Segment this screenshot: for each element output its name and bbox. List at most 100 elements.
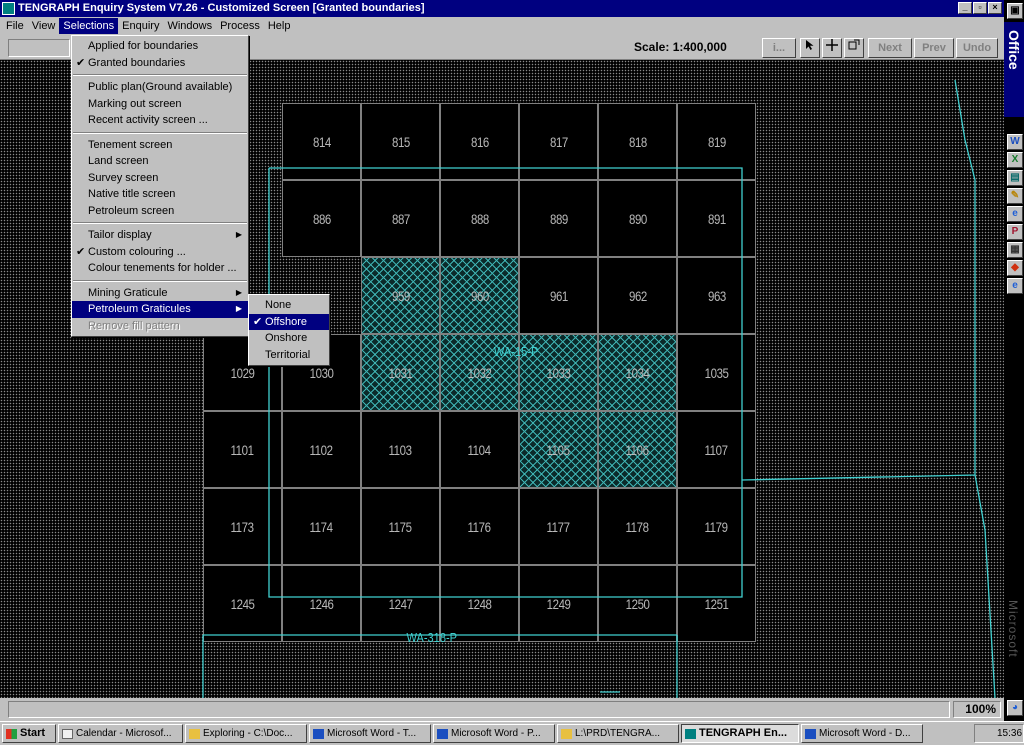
close-button[interactable]: ×	[988, 2, 1002, 14]
menu-help[interactable]: Help	[264, 18, 295, 34]
task-folder-prd[interactable]: L:\PRD\TENGRA...	[557, 724, 679, 743]
permit-boundary-wa-318-p	[268, 167, 743, 598]
info-button[interactable]: i...	[762, 38, 796, 58]
submenu-item-onshore[interactable]: Onshore	[249, 330, 329, 347]
menu-item-label: Survey screen	[88, 171, 159, 184]
menu-selections[interactable]: Selections	[59, 18, 119, 34]
scale-readout: Scale: 1:400,000	[634, 40, 727, 54]
menu-view[interactable]: View	[28, 18, 60, 34]
menu-item-mining-graticule[interactable]: Mining Graticule ▶	[72, 285, 248, 302]
pointer-tool-button[interactable]	[800, 38, 820, 58]
menu-separator	[73, 222, 247, 224]
menu-item-tenement-screen[interactable]: Tenement screen	[72, 137, 248, 154]
office-bar-title: Office	[1006, 30, 1022, 70]
menu-item-tailor-display[interactable]: Tailor display ▶	[72, 227, 248, 244]
menu-item-public-plan[interactable]: Public plan(Ground available)	[72, 79, 248, 96]
menu-item-label: Offshore	[265, 315, 307, 328]
crosshair-icon	[826, 39, 838, 51]
menu-item-colour-holder[interactable]: Colour tenements for holder ...	[72, 260, 248, 277]
menu-separator	[73, 279, 247, 282]
menu-enquiry[interactable]: Enquiry	[118, 18, 163, 34]
menu-item-petroleum-graticules[interactable]: Petroleum Graticules ▶	[72, 301, 248, 318]
explorer-shortcut-icon[interactable]: e	[1007, 278, 1023, 294]
menu-item-label: Recent activity screen ...	[88, 114, 208, 126]
task-word-p[interactable]: Microsoft Word - P...	[433, 724, 555, 743]
task-tengraph[interactable]: TENGRAPH En...	[681, 724, 799, 743]
menu-item-label: Territorial	[265, 348, 311, 361]
status-message-field	[8, 701, 950, 718]
task-label: TENGRAPH En...	[699, 727, 788, 739]
menu-item-recent-activity[interactable]: Recent activity screen ...	[72, 112, 248, 129]
minimize-button[interactable]: _	[958, 2, 972, 14]
task-label: Microsoft Word - P...	[451, 728, 541, 739]
submenu-item-none[interactable]: None	[249, 297, 329, 314]
task-calendar[interactable]: Calendar - Microsof...	[58, 724, 183, 743]
task-label: Exploring - C:\Doc...	[203, 728, 293, 739]
zoom-box-button[interactable]	[844, 38, 864, 58]
pointer-icon	[806, 40, 814, 50]
menu-item-label: Remove fill pattern	[88, 319, 180, 332]
task-label: Calendar - Microsof...	[76, 728, 172, 739]
menu-item-petroleum-screen[interactable]: Petroleum screen	[72, 203, 248, 220]
menu-windows[interactable]: Windows	[163, 18, 216, 34]
task-word-t[interactable]: Microsoft Word - T...	[309, 724, 431, 743]
maximize-button[interactable]: ▫	[973, 2, 987, 14]
office-launch-icon[interactable]: ◕	[1007, 700, 1023, 716]
submenu-item-territorial[interactable]: Territorial	[249, 347, 329, 364]
menu-item-label: Custom colouring ...	[88, 245, 186, 258]
menu-item-applied-boundaries[interactable]: Applied for boundaries	[72, 38, 248, 55]
access-icon[interactable]: ▤	[1007, 170, 1023, 186]
check-icon: ✔	[76, 245, 86, 258]
tengraph-icon	[685, 728, 696, 739]
excel-icon[interactable]: X	[1007, 152, 1023, 168]
start-button[interactable]: Start	[2, 724, 56, 743]
undo-button[interactable]: Undo	[956, 38, 998, 58]
check-icon: ✔	[253, 315, 263, 328]
menu-item-granted-boundaries[interactable]: ✔ Granted boundaries	[72, 55, 248, 72]
menu-process[interactable]: Process	[216, 18, 264, 34]
office-menu-icon[interactable]: ▣	[1007, 3, 1023, 19]
outlook-icon[interactable]: ▦	[1007, 242, 1023, 258]
title-bar: TENGRAPH Enquiry System V7.26 - Customiz…	[0, 0, 1004, 17]
next-button[interactable]: Next	[868, 38, 912, 58]
permit-label-wa-15-p: WA-15-P	[493, 344, 539, 359]
menu-item-label: Tenement screen	[88, 138, 173, 151]
office-bar-header: Office	[1004, 22, 1024, 117]
submenu-arrow-icon: ▶	[235, 230, 242, 239]
menu-item-survey-screen[interactable]: Survey screen	[72, 170, 248, 187]
status-bar: 100%	[0, 698, 1004, 721]
zoom-level: 100%	[953, 701, 1001, 718]
menu-item-label: Public plan(Ground available)	[88, 81, 233, 93]
task-word-d[interactable]: Microsoft Word - D...	[801, 724, 923, 743]
start-label: Start	[20, 727, 46, 739]
submenu-arrow-icon: ▶	[235, 287, 242, 297]
prev-button[interactable]: Prev	[914, 38, 954, 58]
menu-item-marking-out[interactable]: Marking out screen	[72, 96, 248, 113]
word-icon	[805, 728, 816, 739]
menu-item-custom-colouring[interactable]: ✔ Custom colouring ...	[72, 244, 248, 261]
submenu-arrow-icon: ▶	[235, 304, 242, 313]
pan-tool-button[interactable]	[822, 38, 842, 58]
menu-item-native-title[interactable]: Native title screen	[72, 186, 248, 203]
menu-item-remove-fill: Remove fill pattern	[72, 318, 248, 335]
calendar-icon	[62, 728, 73, 739]
clock[interactable]: 15:36	[997, 728, 1022, 739]
menu-file[interactable]: File	[2, 18, 28, 34]
coast-line	[974, 474, 996, 698]
task-exploring[interactable]: Exploring - C:\Doc...	[185, 724, 307, 743]
word-icon	[437, 728, 448, 739]
powerpoint-icon[interactable]: P	[1007, 224, 1023, 240]
menu-item-land-screen[interactable]: Land screen	[72, 153, 248, 170]
zoom-box-icon	[848, 39, 860, 50]
shortcut-icon[interactable]: ◆	[1007, 260, 1023, 276]
internet-explorer-icon[interactable]: e	[1007, 206, 1023, 222]
menu-bar: File View Selections Enquiry Windows Pro…	[0, 17, 1004, 35]
system-tray: 15:36	[974, 724, 1024, 743]
word-icon[interactable]: W	[1007, 134, 1023, 150]
menu-item-label: Petroleum Graticules	[88, 303, 191, 315]
binder-icon[interactable]: ✎	[1007, 188, 1023, 204]
submenu-item-offshore[interactable]: ✔ Offshore	[249, 313, 329, 330]
word-icon	[313, 728, 324, 739]
toolbar-field[interactable]	[8, 39, 70, 57]
menu-separator	[73, 74, 247, 76]
